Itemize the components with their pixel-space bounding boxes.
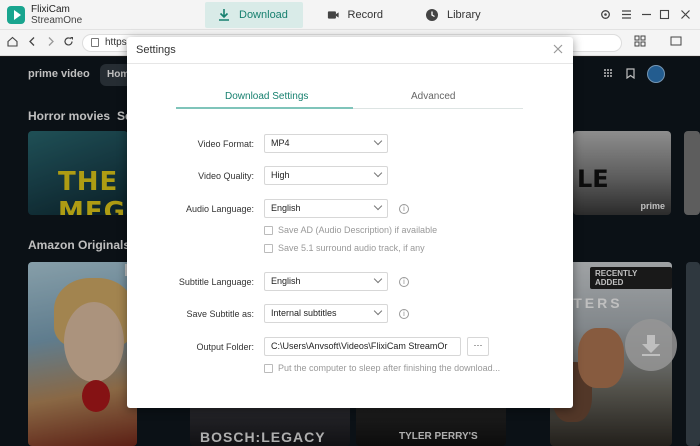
audio-language-select[interactable]: English <box>264 199 388 218</box>
tab-active-indicator <box>176 107 353 109</box>
output-folder-input[interactable]: C:\Users\Anvsoft\Videos\FlixiCam StreamO… <box>264 337 461 356</box>
save-ad-label: Save AD (Audio Description) if available <box>278 225 438 235</box>
save-subtitle-info-icon[interactable]: i <box>399 309 409 319</box>
app-name: FlixiCam <box>31 4 70 15</box>
grid-view-icon[interactable] <box>632 35 648 51</box>
settings-dialog: Settings Download Settings Advanced Vide… <box>127 37 573 408</box>
browse-folder-button[interactable]: ··· <box>467 337 489 356</box>
chevron-down-icon <box>373 168 383 178</box>
close-window-icon[interactable] <box>677 6 693 22</box>
forward-icon[interactable] <box>42 35 58 51</box>
settings-gear-icon[interactable] <box>597 6 613 22</box>
audio-info-icon[interactable]: i <box>399 204 409 214</box>
lock-icon <box>91 38 99 47</box>
toolbar-square-icon[interactable] <box>668 35 684 51</box>
audio-language-value: English <box>271 203 301 213</box>
dialog-title: Settings <box>136 44 176 56</box>
close-icon[interactable] <box>552 43 564 55</box>
save-51-checkbox[interactable] <box>264 244 273 253</box>
tab-download-settings[interactable]: Download Settings <box>225 91 308 102</box>
chevron-down-icon <box>373 274 383 284</box>
record-icon <box>327 11 339 19</box>
sleep-checkbox[interactable] <box>264 364 273 373</box>
save-subtitle-select[interactable]: Internal subtitles <box>264 304 388 323</box>
app-subtitle: StreamOne <box>31 15 83 26</box>
maximize-icon[interactable] <box>656 6 672 22</box>
save-ad-checkbox[interactable] <box>264 226 273 235</box>
audio-language-label: Audio Language: <box>185 204 254 214</box>
chevron-down-icon <box>373 306 383 316</box>
tab-record-label: Record <box>347 9 383 21</box>
home-icon[interactable] <box>4 35 20 51</box>
back-icon[interactable] <box>24 35 40 51</box>
subtitle-info-icon[interactable]: i <box>399 277 409 287</box>
tab-library[interactable]: Library <box>413 2 493 28</box>
title-bar: FlixiCam StreamOne Download Record Libra… <box>0 0 700 30</box>
minimize-icon[interactable] <box>638 6 654 22</box>
subtitle-language-select[interactable]: English <box>264 272 388 291</box>
menu-icon[interactable] <box>618 6 634 22</box>
save-subtitle-value: Internal subtitles <box>271 308 337 318</box>
download-icon <box>219 9 229 21</box>
url-text: https <box>105 37 127 48</box>
output-folder-label: Output Folder: <box>196 342 254 352</box>
app-logo-icon <box>7 6 25 24</box>
save-subtitle-label: Save Subtitle as: <box>186 309 254 319</box>
tab-download-label: Download <box>239 9 288 21</box>
video-format-label: Video Format: <box>197 139 254 149</box>
sleep-label: Put the computer to sleep after finishin… <box>278 363 501 373</box>
chevron-down-icon <box>373 201 383 211</box>
clock-icon <box>426 9 438 21</box>
tab-library-label: Library <box>447 9 481 21</box>
reload-icon[interactable] <box>60 35 76 51</box>
tab-advanced[interactable]: Advanced <box>411 91 455 102</box>
chevron-down-icon <box>373 136 383 146</box>
tab-download[interactable]: Download <box>205 2 303 28</box>
video-format-select[interactable]: MP4 <box>264 134 388 153</box>
subtitle-language-value: English <box>271 276 301 286</box>
tab-record[interactable]: Record <box>315 2 395 28</box>
video-quality-value: High <box>271 170 290 180</box>
video-format-value: MP4 <box>271 138 290 148</box>
save-51-label: Save 5.1 surround audio track, if any <box>278 243 425 253</box>
dialog-divider <box>127 63 573 64</box>
subtitle-language-label: Subtitle Language: <box>178 277 254 287</box>
video-quality-label: Video Quality: <box>198 171 254 181</box>
video-quality-select[interactable]: High <box>264 166 388 185</box>
